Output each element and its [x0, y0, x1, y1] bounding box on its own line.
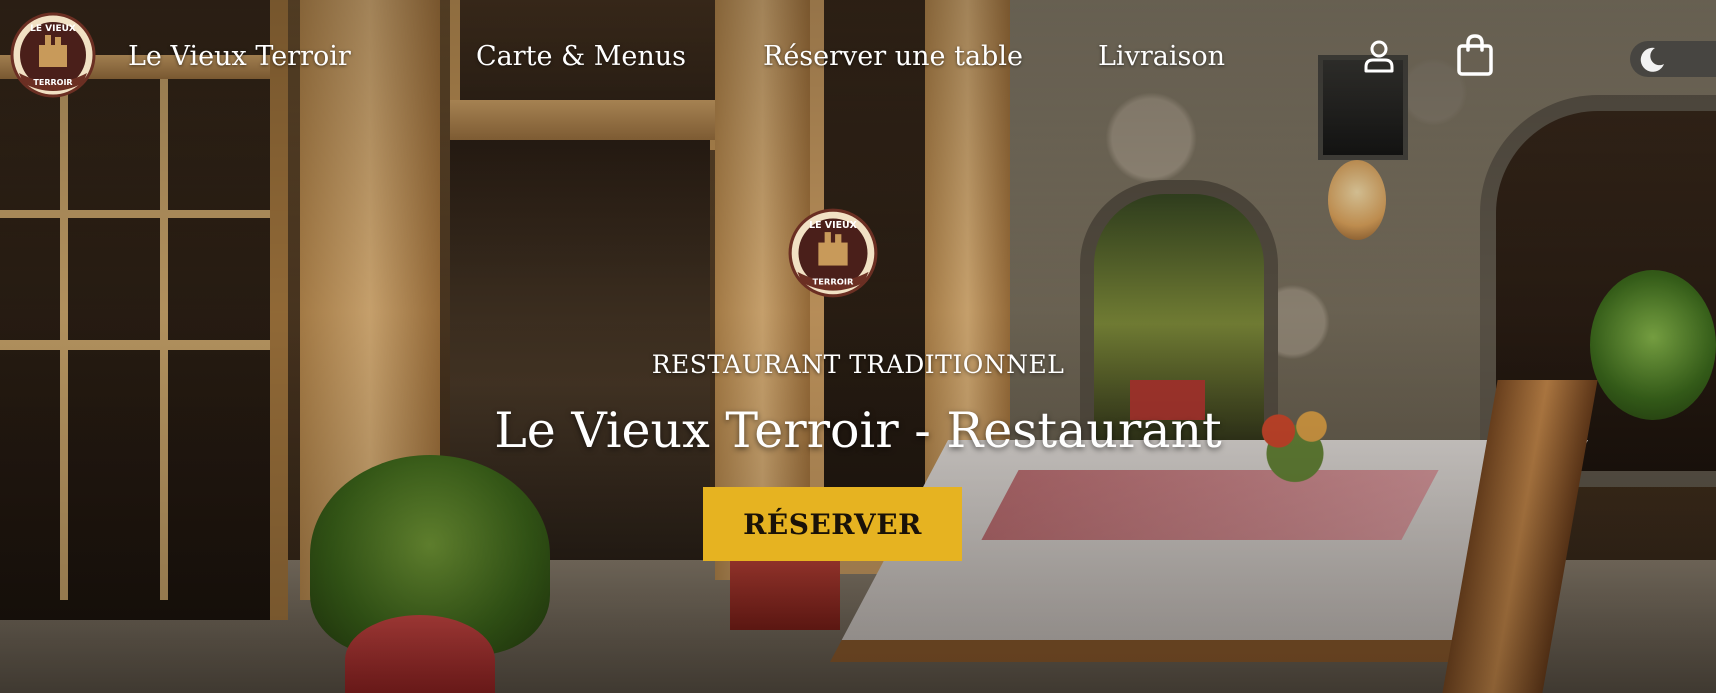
nav-link-carte-menus[interactable]: Carte & Menus [476, 40, 686, 74]
top-navigation: LE VIEUX TERROIR Le Vieux Terroir Carte … [0, 0, 1716, 110]
hero-emblem: LE VIEUX TERROIR [787, 207, 879, 299]
reserve-button[interactable]: RÉSERVER [703, 487, 962, 561]
shopping-bag-icon[interactable] [1457, 34, 1493, 76]
svg-text:LE VIEUX: LE VIEUX [30, 24, 76, 34]
hero-title: Le Vieux Terroir - Restaurant [494, 402, 1222, 459]
restaurant-logo-badge-icon: LE VIEUX TERROIR [10, 12, 96, 98]
nav-link-reserver-table[interactable]: Réserver une table [763, 40, 1023, 74]
svg-text:LE VIEUX: LE VIEUX [809, 220, 857, 231]
moon-icon [1640, 47, 1664, 72]
brand-logo[interactable]: LE VIEUX TERROIR [9, 11, 97, 99]
theme-toggle[interactable] [1630, 41, 1716, 77]
svg-text:TERROIR: TERROIR [813, 276, 855, 286]
svg-text:TERROIR: TERROIR [33, 78, 72, 87]
nav-brand-link[interactable]: Le Vieux Terroir [128, 40, 351, 74]
user-icon[interactable] [1364, 39, 1394, 73]
nav-link-livraison[interactable]: Livraison [1098, 40, 1225, 74]
hero-eyebrow: RESTAURANT TRADITIONNEL [651, 350, 1065, 379]
restaurant-logo-badge-icon: LE VIEUX TERROIR [788, 208, 878, 298]
